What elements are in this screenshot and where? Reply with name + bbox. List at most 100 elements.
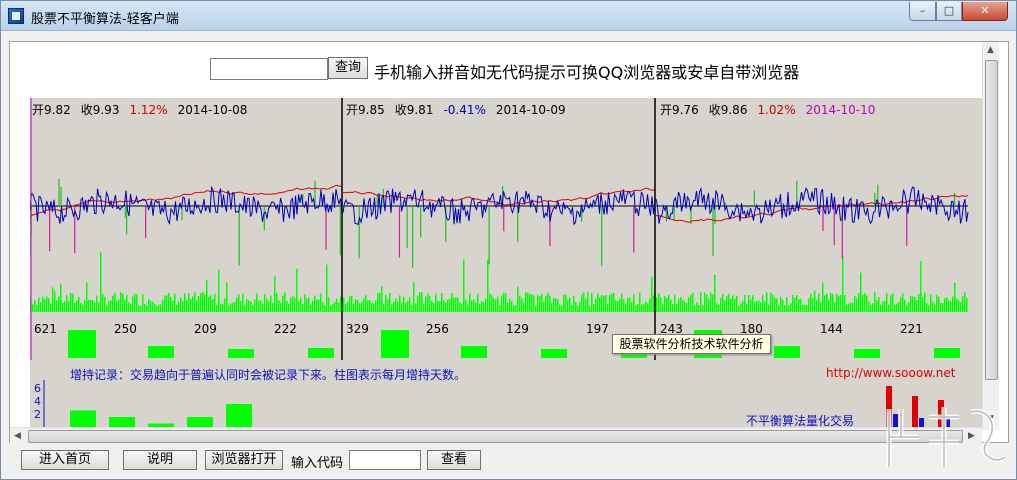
volume-bar bbox=[182, 300, 184, 312]
volume-bar bbox=[712, 294, 714, 312]
volume-bar bbox=[334, 301, 336, 312]
volume-bar bbox=[778, 305, 780, 312]
horizontal-scrollbar[interactable]: ◀ ▶ bbox=[10, 427, 982, 444]
volume-bar bbox=[635, 305, 637, 312]
volume-bar bbox=[413, 282, 415, 312]
volume-bar bbox=[585, 299, 587, 312]
volume-bar bbox=[244, 304, 246, 312]
volume-bar bbox=[64, 301, 66, 312]
volume-bar bbox=[136, 294, 138, 312]
open-browser-button[interactable]: 浏览器打开 bbox=[205, 450, 283, 470]
vertical-scroll-thumb[interactable] bbox=[985, 60, 998, 380]
volume-bar bbox=[328, 297, 330, 312]
volume-bar bbox=[898, 301, 900, 312]
volume-bar bbox=[882, 301, 884, 312]
stock-query-input[interactable] bbox=[210, 58, 328, 80]
volume-bar bbox=[732, 295, 734, 312]
volume-bar bbox=[962, 296, 964, 312]
volume-bar bbox=[728, 293, 730, 312]
volume-bar bbox=[487, 259, 489, 312]
volume-bar bbox=[577, 305, 579, 312]
volume-bar bbox=[511, 301, 513, 312]
volume-bar bbox=[890, 295, 892, 312]
volume-bar bbox=[242, 293, 244, 312]
volume-bar bbox=[748, 294, 750, 312]
volume-bar bbox=[894, 304, 896, 312]
volume-bar bbox=[62, 302, 64, 312]
volume-bar bbox=[96, 295, 98, 312]
volume-bar bbox=[122, 293, 124, 312]
volume-bar bbox=[565, 294, 567, 312]
volume-bar bbox=[270, 295, 272, 312]
volume-bar bbox=[543, 302, 545, 312]
volume-bar bbox=[156, 305, 158, 312]
volume-bar bbox=[924, 292, 926, 312]
horizontal-scroll-thumb[interactable] bbox=[28, 430, 963, 443]
window-title: 股票不平衡算法-轻客户端 bbox=[31, 12, 179, 27]
volume-bar bbox=[639, 292, 641, 312]
volume-bar bbox=[210, 295, 212, 312]
monthly-volume-bar bbox=[228, 349, 254, 358]
close-button[interactable]: ✕ bbox=[962, 2, 1008, 21]
volume-bar bbox=[698, 305, 700, 312]
query-button[interactable]: 查询 bbox=[328, 57, 368, 79]
volume-bar bbox=[192, 296, 194, 312]
volume-bar bbox=[790, 303, 792, 312]
vertical-scrollbar[interactable]: ▲ ▼ bbox=[982, 42, 999, 430]
volume-bar bbox=[846, 304, 848, 312]
volume-bar bbox=[926, 303, 928, 312]
volume-bar bbox=[204, 294, 206, 312]
volume-bar bbox=[495, 299, 497, 312]
volume-bar bbox=[282, 295, 284, 312]
volume-bar bbox=[533, 295, 535, 312]
volume-bar bbox=[710, 292, 712, 312]
volume-bar bbox=[322, 302, 324, 312]
volume-bar bbox=[240, 301, 242, 312]
scroll-left-icon[interactable]: ◀ bbox=[14, 431, 21, 441]
volume-bar bbox=[950, 301, 952, 312]
site-url-link[interactable]: http://www.sooow.net bbox=[826, 366, 955, 380]
volume-bar bbox=[220, 303, 222, 312]
stock-code-input[interactable] bbox=[349, 450, 421, 470]
volume-bar bbox=[884, 300, 886, 312]
tooltip: 股票软件分析技术软件分析 bbox=[612, 334, 771, 354]
volume-bar bbox=[393, 301, 395, 312]
volume-bar bbox=[54, 291, 56, 312]
volume-bar bbox=[738, 305, 740, 312]
view-button[interactable]: 查看 bbox=[427, 450, 481, 470]
panel-change-percent: 1.12% bbox=[129, 103, 168, 117]
volume-bar bbox=[820, 302, 822, 312]
volume-bar bbox=[483, 302, 485, 312]
volume-bar bbox=[455, 297, 457, 312]
volume-bar bbox=[256, 293, 258, 312]
maximize-button[interactable]: □ bbox=[936, 2, 962, 21]
home-button[interactable]: 进入首页 bbox=[21, 450, 109, 470]
volume-bar bbox=[164, 295, 166, 312]
volume-bar bbox=[186, 300, 188, 312]
record-y-label: 4 bbox=[34, 395, 41, 408]
scroll-up-icon[interactable]: ▲ bbox=[987, 45, 994, 55]
volume-bar bbox=[842, 256, 844, 312]
help-button[interactable]: 说明 bbox=[123, 450, 197, 470]
volume-bar bbox=[431, 301, 433, 312]
app-icon bbox=[8, 8, 24, 24]
minimize-button[interactable]: – bbox=[909, 2, 936, 21]
volume-bar bbox=[832, 293, 834, 312]
volume-bar bbox=[523, 302, 525, 312]
volume-bar bbox=[449, 298, 451, 312]
volume-bar bbox=[379, 292, 381, 312]
app-window: 股票不平衡算法-轻客户端 – □ ✕ 查询 手机输入拼音如无代码提示可换QQ浏览… bbox=[0, 0, 1017, 480]
volume-bar bbox=[830, 292, 832, 312]
volume-bar bbox=[838, 295, 840, 312]
volume-bar bbox=[930, 294, 932, 312]
volume-bar bbox=[126, 294, 128, 312]
title-bar[interactable]: 股票不平衡算法-轻客户端 – □ ✕ bbox=[1, 1, 1016, 31]
volume-bar bbox=[674, 294, 676, 312]
volume-bar bbox=[467, 304, 469, 312]
volume-bar bbox=[836, 293, 838, 312]
volume-bar bbox=[740, 303, 742, 312]
volume-bar bbox=[918, 293, 920, 312]
volume-bar bbox=[872, 303, 874, 312]
volume-bar bbox=[359, 303, 361, 312]
volume-bar bbox=[381, 286, 383, 312]
